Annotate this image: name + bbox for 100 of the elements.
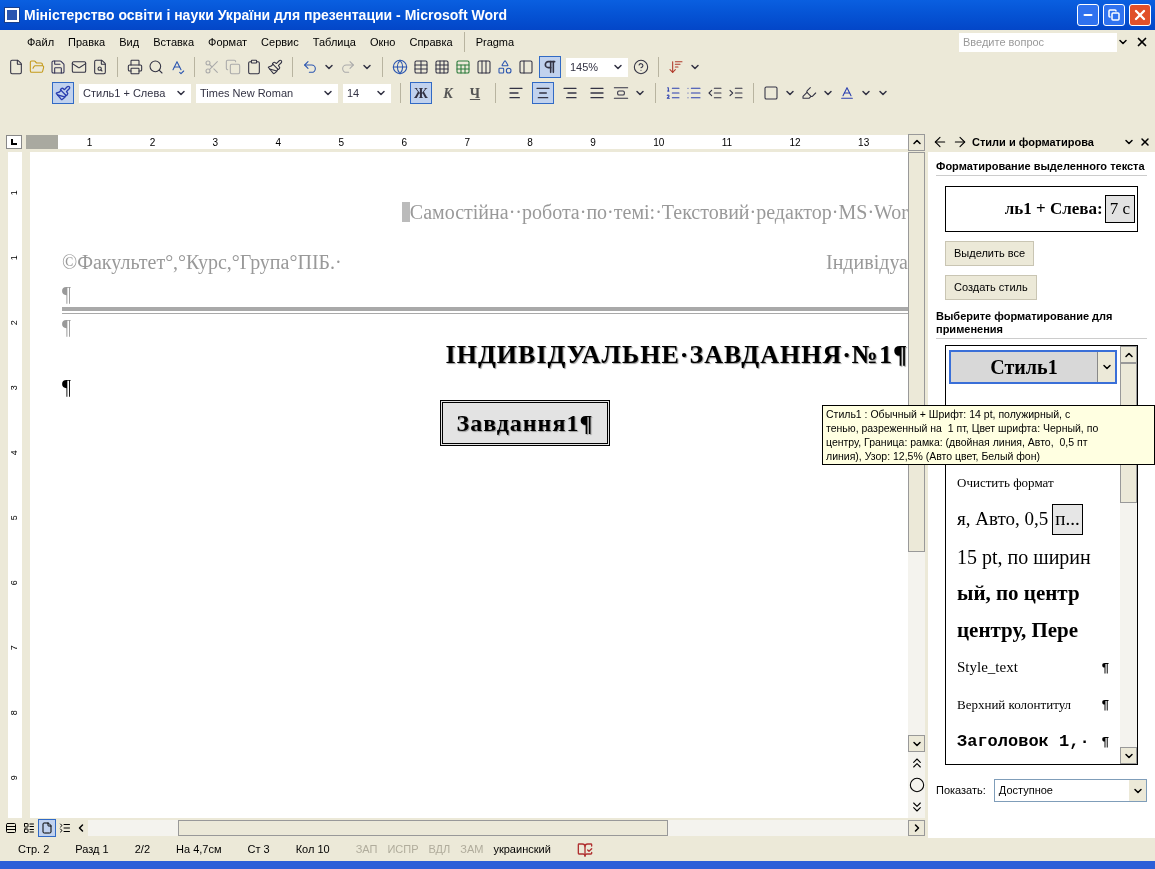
menu-item[interactable]: Вставка [146,31,201,53]
menu-item[interactable]: Таблица [305,31,363,53]
shapes-icon[interactable] [497,59,513,75]
menu-item[interactable]: Вид [112,31,147,53]
header-left-text: ©Факультет°,°Курс,°Група°ПІБ.· [62,250,342,276]
save-icon[interactable] [50,59,66,75]
close-icon[interactable] [1135,35,1149,49]
columns-icon[interactable] [476,59,492,75]
style-list-item[interactable]: ый, по центр [949,575,1117,612]
style-list-item[interactable]: Style_text ¶ [949,649,1117,686]
paintbrush-icon[interactable] [267,59,283,75]
horizontal-ruler[interactable]: 1 2 3 4 5 6 7 8 9 10 11 12 13 [26,135,908,149]
increase-indent-icon[interactable] [728,85,744,101]
horizontal-scrollbar[interactable] [88,820,908,836]
close-icon [1132,7,1148,23]
spelling-icon[interactable] [169,59,185,75]
ruler-number: 7 [8,645,21,650]
new-document-icon[interactable] [8,59,24,75]
web-view-icon [23,822,35,834]
grid-icon[interactable] [434,59,450,75]
boxed-text: Завдання1¶ [439,400,611,446]
text-marker [401,202,410,222]
scroll-down-button[interactable] [908,735,925,752]
show-marks-button[interactable] [539,56,561,78]
status-item: украинский [493,842,551,858]
restore-button[interactable] [1103,4,1125,26]
clipboard-icon[interactable] [246,59,262,75]
ruler-number: 2 [8,320,21,325]
font-size-field[interactable]: 14 [343,83,391,103]
align-justify-icon [589,85,605,101]
menu-item[interactable]: Сервис [254,31,306,53]
ruler-number: 9 [8,775,21,780]
undo-icon[interactable] [302,59,318,75]
style-dropdown-button[interactable] [1097,352,1115,382]
style-list-item[interactable]: я, Авто, 0,5 п... [949,501,1117,538]
task-pane-button[interactable]: Создать стиль [945,275,1037,300]
current-format-field[interactable]: ль1 + Слева: 7 с [945,186,1138,232]
brush-icon [55,85,71,101]
browse-object-icon[interactable] [908,777,925,793]
status-item: ЗАП [355,842,378,858]
align-center-button[interactable] [532,82,554,104]
format-button[interactable]: К [437,82,459,104]
zoom-field[interactable]: 145% [566,57,628,77]
styles-pane-button[interactable] [52,82,74,104]
scroll-right-button[interactable] [908,820,925,836]
help-search-field[interactable]: Введите вопрос [959,32,1117,52]
ruler-number: 3 [212,135,219,150]
ruler-number: 10 [653,135,665,150]
menu-item[interactable]: Справка [402,31,460,53]
format-button[interactable]: Ж [410,82,432,104]
style-list-item[interactable]: Стиль1 [949,350,1117,384]
menu-item[interactable]: Pragma [468,31,522,53]
ruler-number: 7 [464,135,470,150]
printer-icon[interactable] [127,59,143,75]
page-view-button[interactable] [38,819,56,837]
document-heading: ІНДИВІДУАЛЬНЕ·ЗАВДАННЯ·№1¶ [445,340,908,370]
spelling-status-icon[interactable] [576,841,593,858]
style-list-item[interactable]: Очистить формат [949,464,1117,501]
document-search-icon[interactable] [92,59,108,75]
menu-item[interactable]: Окно [362,31,403,53]
reading-layout-icon[interactable] [668,59,684,75]
menu-item[interactable]: Формат [201,31,255,53]
magnifier-icon[interactable] [148,59,164,75]
close-icon[interactable] [1139,136,1151,148]
status-item: Кол 10 [295,842,330,858]
style-list-item[interactable]: центру, Пере [949,612,1117,649]
font-color-icon[interactable] [839,85,855,101]
scroll-thumb[interactable] [178,820,668,836]
ruler-number: 4 [275,135,282,150]
numbered-list-icon[interactable] [665,85,681,101]
style-field[interactable]: Стиль1 + Слева [79,83,191,103]
spreadsheet-icon[interactable] [455,59,471,75]
menu-item[interactable]: Правка [61,31,113,53]
show-dropdown[interactable]: Доступное [993,779,1147,802]
globe-icon[interactable] [392,59,408,75]
minimize-button[interactable] [1077,4,1099,26]
table-icon[interactable] [413,59,429,75]
font-field[interactable]: Times New Roman [196,83,338,103]
forward-icon[interactable] [952,134,968,150]
close-button[interactable] [1129,4,1151,26]
border-icon[interactable] [763,85,779,101]
format-button[interactable]: Ч [464,82,486,104]
task-pane-button[interactable]: Выделить все [945,241,1035,266]
help-icon[interactable] [633,59,649,75]
line-spacing-icon[interactable] [613,85,629,101]
highlighter-icon[interactable] [801,85,817,101]
paragraph-mark: ¶ [1101,658,1109,677]
style-list-item[interactable]: 15 pt, по ширин [949,538,1117,575]
decrease-indent-icon[interactable] [707,85,723,101]
tab-selector[interactable] [6,135,22,149]
scroll-up-button[interactable] [908,133,925,151]
style-list-item[interactable]: Заголовок 1,· ¶ [949,723,1117,760]
bulleted-list-icon[interactable] [686,85,702,101]
menu-item[interactable]: Файл [20,31,62,53]
paragraph-mark: ¶ [62,315,73,340]
envelope-icon[interactable] [71,59,87,75]
back-icon[interactable] [932,134,948,150]
panel-icon[interactable] [518,59,534,75]
style-list-item[interactable]: Верхний колонтитул ¶ [949,686,1117,723]
ruler-number: 1 [8,190,21,195]
